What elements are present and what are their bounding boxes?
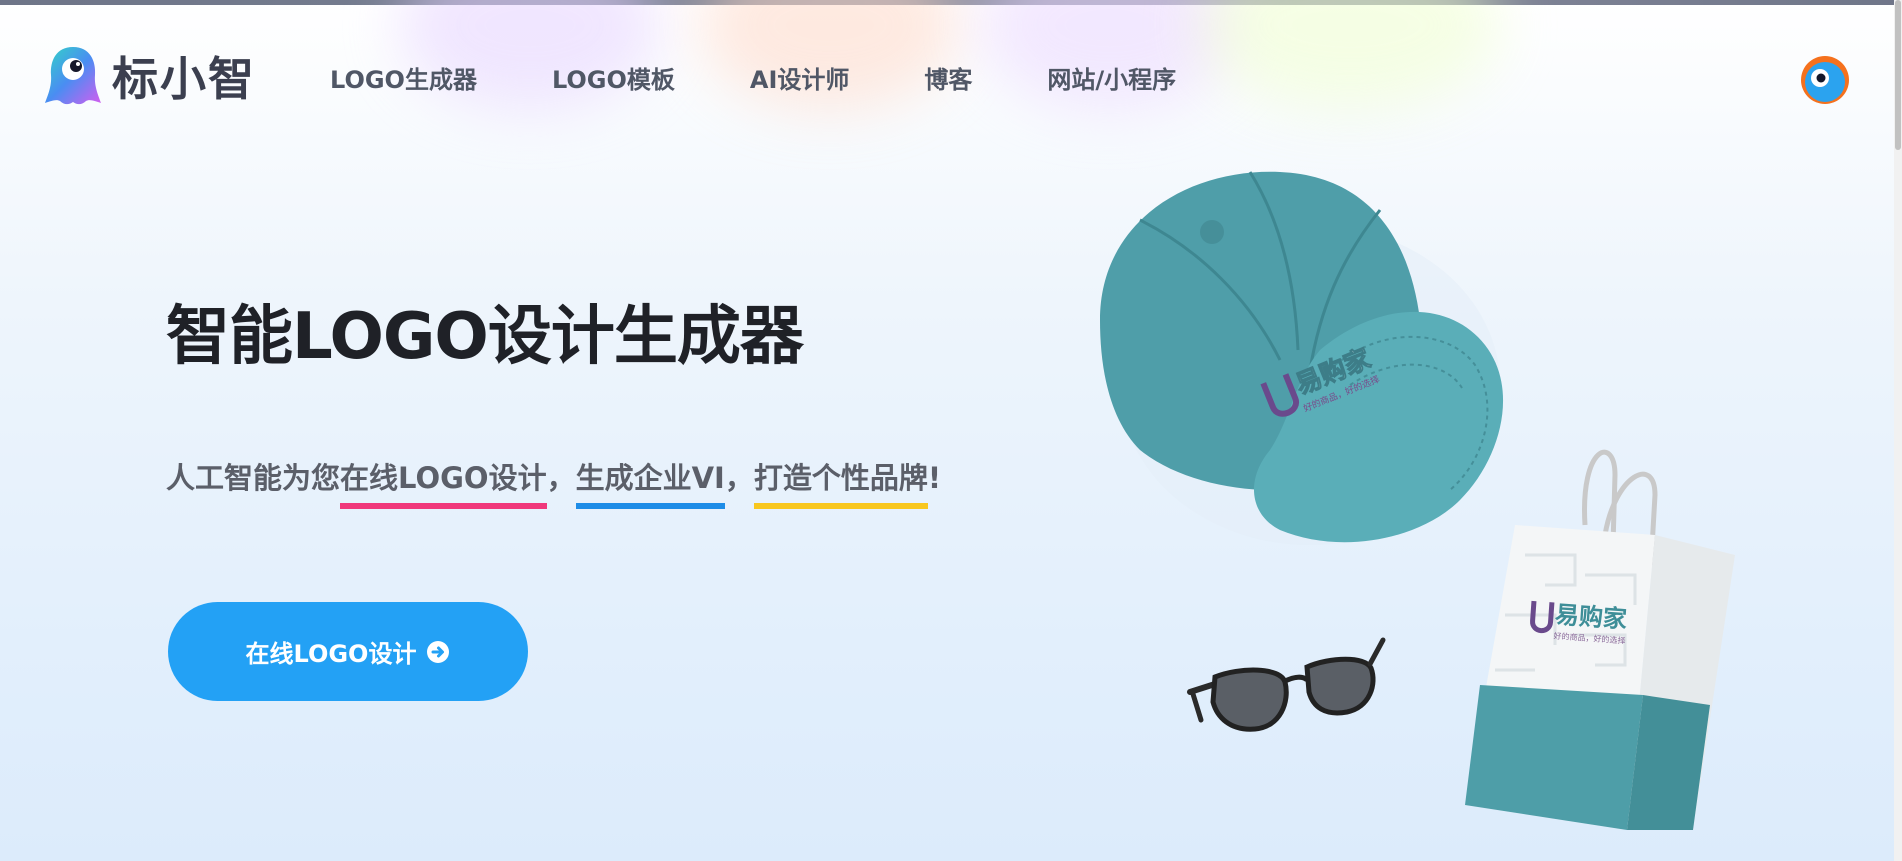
user-avatar[interactable]: [1801, 56, 1849, 104]
subtitle-highlight-vi: 生成企业VI: [575, 455, 726, 509]
online-logo-design-button[interactable]: 在线LOGO设计: [168, 602, 528, 701]
subtitle-separator: ，: [724, 461, 754, 495]
page-scrollbar[interactable]: [1894, 0, 1902, 861]
bag-logo-text: 易购家: [1554, 601, 1628, 634]
brand-name: 标小智: [112, 52, 256, 106]
hero-subtitle: 人工智能为您在线LOGO设计，生成企业VI，打造个性品牌!: [166, 455, 942, 509]
subtitle-separator: ，: [546, 461, 576, 495]
nav-item-logo-generator[interactable]: LOGO生成器: [330, 60, 477, 95]
subtitle-prefix: 人工智能为您: [166, 461, 341, 495]
subtitle-highlight-logo-design: 在线LOGO设计: [340, 455, 547, 509]
nav-item-blog[interactable]: 博客: [924, 60, 972, 95]
mascot-logo-icon: [45, 47, 101, 105]
cta-label: 在线LOGO设计: [245, 640, 417, 668]
subtitle-suffix: !: [927, 461, 942, 495]
main-nav: LOGO生成器 LOGO模板 AI设计师 博客 网站/小程序: [330, 60, 1251, 95]
sunglasses-mockup-image: [1187, 637, 1386, 732]
brand-logo[interactable]: 标小智: [44, 43, 256, 109]
nav-item-ai-designer[interactable]: AI设计师: [750, 60, 850, 95]
shopping-bag-mockup-image: 易购家 好的商品，好的选择: [1465, 449, 1735, 830]
nav-item-logo-templates[interactable]: LOGO模板: [552, 60, 675, 95]
subtitle-highlight-brand: 打造个性品牌: [753, 455, 928, 509]
hero-title: 智能LOGO设计生成器: [166, 300, 804, 374]
arrow-circle-right-icon: [427, 640, 450, 663]
site-header: 标小智 LOGO生成器 LOGO模板 AI设计师 博客 网站/小程序: [0, 5, 1900, 143]
scrollbar-thumb[interactable]: [1895, 0, 1901, 150]
cap-mockup-image: 易购家 好的商品，好的选择: [1100, 171, 1504, 545]
nav-item-website-miniprogram[interactable]: 网站/小程序: [1047, 60, 1176, 95]
